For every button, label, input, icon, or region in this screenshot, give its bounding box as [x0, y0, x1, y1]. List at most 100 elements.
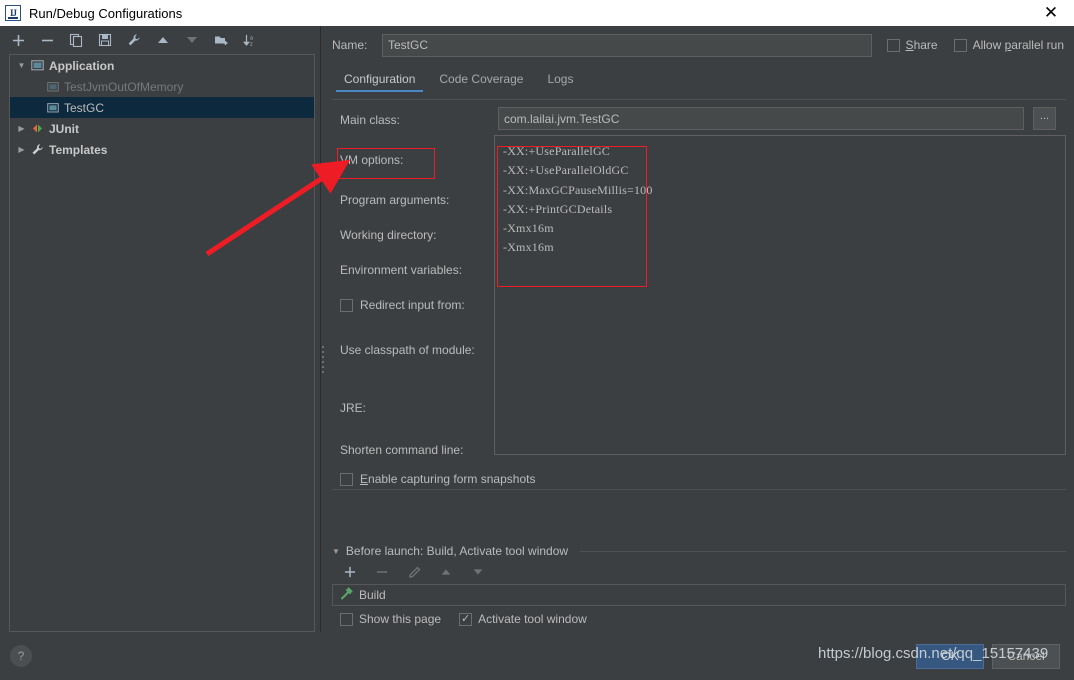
application-icon	[29, 57, 46, 74]
before-launch-checkbox-group: Show this page Activate tool window	[332, 606, 1066, 632]
vm-options-text[interactable]: -XX:+UseParallelGC -XX:+UseParallelOldGC…	[503, 142, 653, 258]
splitter-handle-dots	[322, 346, 326, 373]
configuration-form: Main class: VM options: Program argument…	[332, 99, 1066, 532]
share-checkbox-box[interactable]	[886, 38, 900, 52]
name-input[interactable]	[382, 33, 872, 57]
add-configuration-button[interactable]	[8, 30, 28, 50]
tree-item-label: JUnit	[49, 121, 79, 136]
vm-options-editor-area[interactable]: -XX:+UseParallelGC -XX:+UseParallelOldGC…	[494, 135, 1066, 455]
before-launch-task-list[interactable]: Build	[332, 584, 1066, 606]
chevron-down-icon[interactable]: ▼	[14, 55, 29, 76]
run-config-icon	[44, 78, 61, 95]
svg-text:z: z	[250, 41, 253, 47]
name-row: Name: Share Allow parallel run	[327, 26, 1074, 64]
run-debug-configurations-dialog: IJ Run/Debug Configurations ✕ a z ▼ Appl…	[0, 0, 1074, 680]
enable-capturing-label: Enable capturing form snapshots	[360, 472, 536, 486]
activate-tool-window-checkbox-box[interactable]	[459, 612, 473, 626]
dialog-body: a z ▼ Application TestJvmOutOfMemory Tes…	[0, 26, 1074, 632]
close-icon[interactable]: ✕	[1028, 0, 1074, 26]
redirect-input-checkbox[interactable]: Redirect input from:	[340, 295, 465, 315]
copy-configuration-button[interactable]	[66, 30, 86, 50]
window-title: Run/Debug Configurations	[29, 5, 183, 21]
intellij-idea-logo-icon: IJ	[5, 5, 21, 21]
tree-item-templates[interactable]: ▶ Templates	[10, 139, 314, 160]
remove-task-button[interactable]	[372, 562, 392, 582]
tree-item-label: TestJvmOutOfMemory	[64, 79, 184, 94]
program-arguments-label: Program arguments:	[340, 193, 450, 207]
enable-capturing-checkbox[interactable]: Enable capturing form snapshots	[340, 468, 535, 490]
form-rows: Main class: VM options: Program argument…	[332, 100, 1066, 490]
show-this-page-checkbox-box[interactable]	[340, 612, 353, 626]
chevron-right-icon[interactable]: ▶	[14, 139, 29, 160]
main-class-browse-button[interactable]: ...	[1033, 107, 1056, 130]
wrench-icon	[29, 141, 46, 158]
activate-tool-window-checkbox[interactable]: Activate tool window	[459, 612, 587, 626]
name-label: Name:	[332, 38, 368, 52]
move-task-up-button[interactable]	[436, 562, 456, 582]
top-checkbox-group: Share Allow parallel run	[886, 38, 1064, 52]
move-down-button[interactable]	[182, 30, 202, 50]
use-classpath-of-module-label: Use classpath of module:	[340, 343, 475, 357]
allow-parallel-run-checkbox[interactable]: Allow parallel run	[953, 38, 1064, 52]
help-button[interactable]: ?	[10, 645, 32, 667]
editor-tabs: Configuration Code Coverage Logs	[327, 64, 1074, 92]
shorten-command-line-label: Shorten command line:	[340, 443, 464, 457]
tree-item-label: Application	[49, 58, 115, 73]
main-class-label: Main class:	[340, 113, 401, 127]
configuration-editor-panel: Name: Share Allow parallel run Configura…	[327, 26, 1074, 632]
chevron-down-icon[interactable]: ▼	[332, 547, 340, 556]
allow-parallel-run-checkbox-box[interactable]	[953, 38, 967, 52]
junit-icon	[29, 120, 46, 137]
sort-configurations-button[interactable]: a z	[240, 30, 260, 50]
ok-button[interactable]: OK	[916, 643, 984, 669]
tab-logs[interactable]: Logs	[535, 72, 585, 92]
save-configuration-button[interactable]	[95, 30, 115, 50]
dialog-action-buttons: OK Cancel	[916, 643, 1060, 669]
redirect-input-checkbox-box[interactable]	[340, 298, 353, 312]
edit-task-pencil-icon[interactable]	[404, 562, 424, 582]
move-task-down-button[interactable]	[468, 562, 488, 582]
configurations-sidebar: a z ▼ Application TestJvmOutOfMemory Tes…	[0, 26, 321, 632]
tree-item-testjvmoutofmemory[interactable]: TestJvmOutOfMemory	[10, 76, 314, 97]
show-this-page-label: Show this page	[359, 612, 442, 626]
share-checkbox-label: Share	[905, 38, 938, 52]
tree-item-label: TestGC	[64, 100, 105, 115]
before-launch-title: Before launch: Build, Activate tool wind…	[345, 544, 569, 558]
configurations-tree[interactable]: ▼ Application TestJvmOutOfMemory TestGC …	[9, 54, 315, 632]
working-directory-label: Working directory:	[340, 228, 437, 242]
environment-variables-label: Environment variables:	[340, 263, 463, 277]
header-divider-line	[580, 550, 1066, 552]
form-fields-column: ... -XX:+UseParallelGC -XX:+UseParallelO…	[494, 100, 1066, 490]
tree-item-application[interactable]: ▼ Application	[10, 55, 314, 76]
redirect-input-label: Redirect input from:	[360, 298, 465, 312]
enable-capturing-checkbox-box[interactable]	[340, 472, 353, 486]
chevron-right-icon[interactable]: ▶	[14, 118, 29, 139]
edit-templates-wrench-icon[interactable]	[124, 30, 144, 50]
new-folder-button[interactable]	[211, 30, 231, 50]
before-launch-toolbar	[332, 560, 1066, 584]
before-launch-section: ▼ Before launch: Build, Activate tool wi…	[332, 542, 1066, 632]
tab-code-coverage[interactable]: Code Coverage	[427, 72, 535, 92]
allow-parallel-run-checkbox-label: Allow parallel run	[972, 38, 1064, 52]
add-task-button[interactable]	[340, 562, 360, 582]
cancel-button[interactable]: Cancel	[992, 643, 1060, 669]
tab-configuration[interactable]: Configuration	[332, 72, 427, 92]
tree-item-junit[interactable]: ▶ JUnit	[10, 118, 314, 139]
show-this-page-checkbox[interactable]: Show this page	[340, 612, 441, 626]
tree-item-label: Templates	[49, 142, 108, 157]
share-checkbox[interactable]: Share	[886, 38, 938, 52]
before-launch-header[interactable]: ▼ Before launch: Build, Activate tool wi…	[332, 542, 1066, 560]
title-bar: IJ Run/Debug Configurations ✕	[0, 0, 1074, 26]
main-class-input[interactable]	[498, 107, 1024, 130]
vm-options-label: VM options:	[340, 153, 404, 167]
activate-tool-window-label: Activate tool window	[478, 612, 587, 626]
build-hammer-icon	[339, 587, 353, 604]
task-label: Build	[359, 588, 386, 602]
form-divider	[332, 489, 1066, 490]
move-up-button[interactable]	[153, 30, 173, 50]
remove-configuration-button[interactable]	[37, 30, 57, 50]
tree-item-testgc[interactable]: TestGC	[10, 97, 314, 118]
sidebar-toolbar: a z	[0, 26, 320, 54]
dialog-footer: ? OK Cancel https://blog.csdn.net/qq_151…	[0, 632, 1074, 680]
jre-label: JRE:	[340, 401, 367, 415]
